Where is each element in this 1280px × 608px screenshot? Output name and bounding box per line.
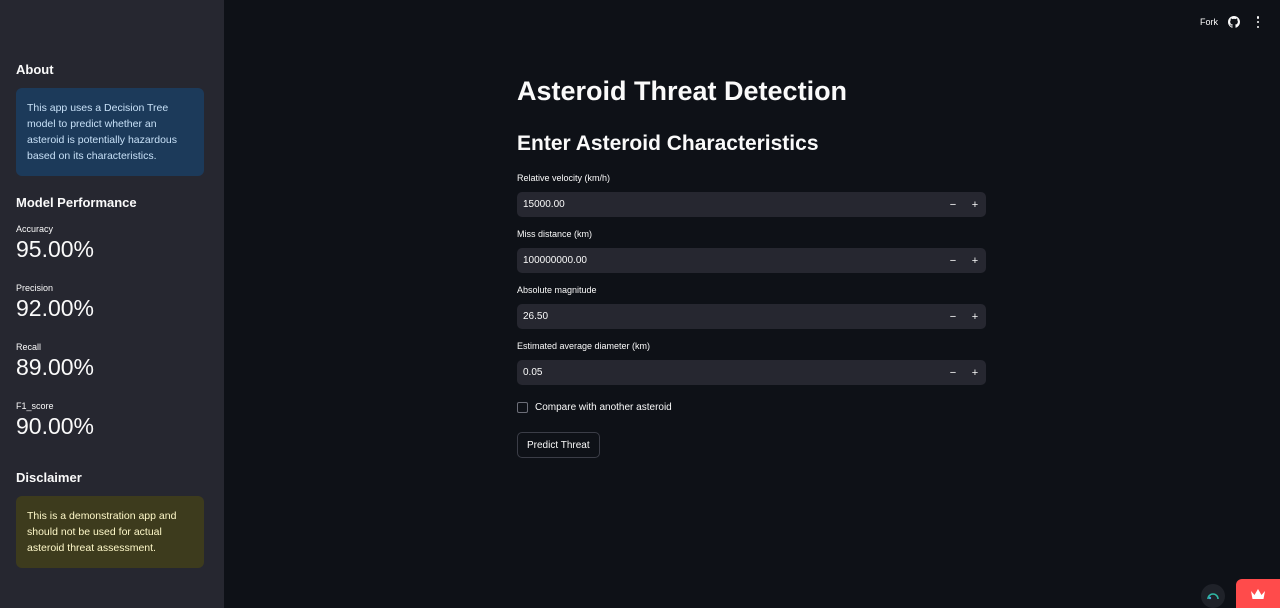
absolute-magnitude-field: Absolute magnitude 26.50 − +	[517, 285, 986, 329]
increment-button[interactable]: +	[964, 192, 986, 217]
about-info-box: This app uses a Decision Tree model to p…	[16, 88, 204, 176]
app-status-icon	[1207, 593, 1219, 600]
metric-label: Accuracy	[16, 224, 54, 234]
kebab-menu-icon[interactable]	[1256, 16, 1260, 28]
decrement-button[interactable]: −	[942, 248, 964, 273]
decrement-button[interactable]: −	[942, 304, 964, 329]
metric-label: Precision	[16, 283, 54, 293]
estimated-diameter-field: Estimated average diameter (km) 0.05 − +	[517, 341, 986, 385]
disclaimer-warning-box: This is a demonstration app and should n…	[16, 496, 204, 568]
top-toolbar: Fork	[1200, 0, 1280, 44]
input-value[interactable]: 15000.00	[523, 199, 942, 210]
metric-precision: Precision 92.00%	[16, 283, 94, 322]
field-label: Estimated average diameter (km)	[517, 341, 651, 351]
increment-button[interactable]: +	[964, 248, 986, 273]
model-performance-heading: Model Performance	[16, 195, 137, 210]
relative-velocity-field: Relative velocity (km/h) 15000.00 − +	[517, 173, 986, 217]
hosted-with-streamlit-badge[interactable]	[1236, 579, 1280, 608]
increment-button[interactable]: +	[964, 304, 986, 329]
section-subtitle: Enter Asteroid Characteristics	[517, 132, 819, 155]
metric-label: F1_score	[16, 401, 54, 411]
metric-value: 92.00%	[16, 295, 95, 321]
crown-icon	[1251, 588, 1265, 599]
input-value[interactable]: 100000000.00	[523, 255, 942, 266]
about-heading: About	[16, 62, 54, 77]
compare-checkbox[interactable]	[517, 402, 528, 413]
metric-accuracy: Accuracy 95.00%	[16, 224, 94, 263]
decrement-button[interactable]: −	[942, 192, 964, 217]
metric-label: Recall	[16, 342, 42, 352]
compare-checkbox-label[interactable]: Compare with another asteroid	[535, 402, 672, 413]
metric-f1-score: F1_score 90.00%	[16, 401, 94, 440]
field-label: Relative velocity (km/h)	[517, 173, 611, 183]
compare-checkbox-row[interactable]: Compare with another asteroid	[517, 402, 672, 413]
decrement-button[interactable]: −	[942, 360, 964, 385]
increment-button[interactable]: +	[964, 360, 986, 385]
miss-distance-field: Miss distance (km) 100000000.00 − +	[517, 229, 986, 273]
page-title: Asteroid Threat Detection	[517, 76, 848, 106]
number-input[interactable]: 15000.00 − +	[517, 192, 986, 217]
number-input[interactable]: 0.05 − +	[517, 360, 986, 385]
input-value[interactable]: 26.50	[523, 311, 942, 322]
metric-value: 89.00%	[16, 354, 95, 380]
sidebar: About This app uses a Decision Tree mode…	[0, 0, 224, 608]
metric-value: 90.00%	[16, 413, 95, 439]
fork-button[interactable]: Fork	[1200, 17, 1218, 27]
input-value[interactable]: 0.05	[523, 367, 942, 378]
number-input[interactable]: 26.50 − +	[517, 304, 986, 329]
disclaimer-heading: Disclaimer	[16, 470, 82, 485]
number-input[interactable]: 100000000.00 − +	[517, 248, 986, 273]
field-label: Absolute magnitude	[517, 285, 597, 295]
predict-threat-button[interactable]: Predict Threat	[517, 432, 600, 458]
metric-value: 95.00%	[16, 236, 95, 262]
streamlit-status-avatar[interactable]	[1201, 584, 1225, 608]
metric-recall: Recall 89.00%	[16, 342, 94, 381]
field-label: Miss distance (km)	[517, 229, 593, 239]
github-icon[interactable]	[1228, 16, 1240, 28]
